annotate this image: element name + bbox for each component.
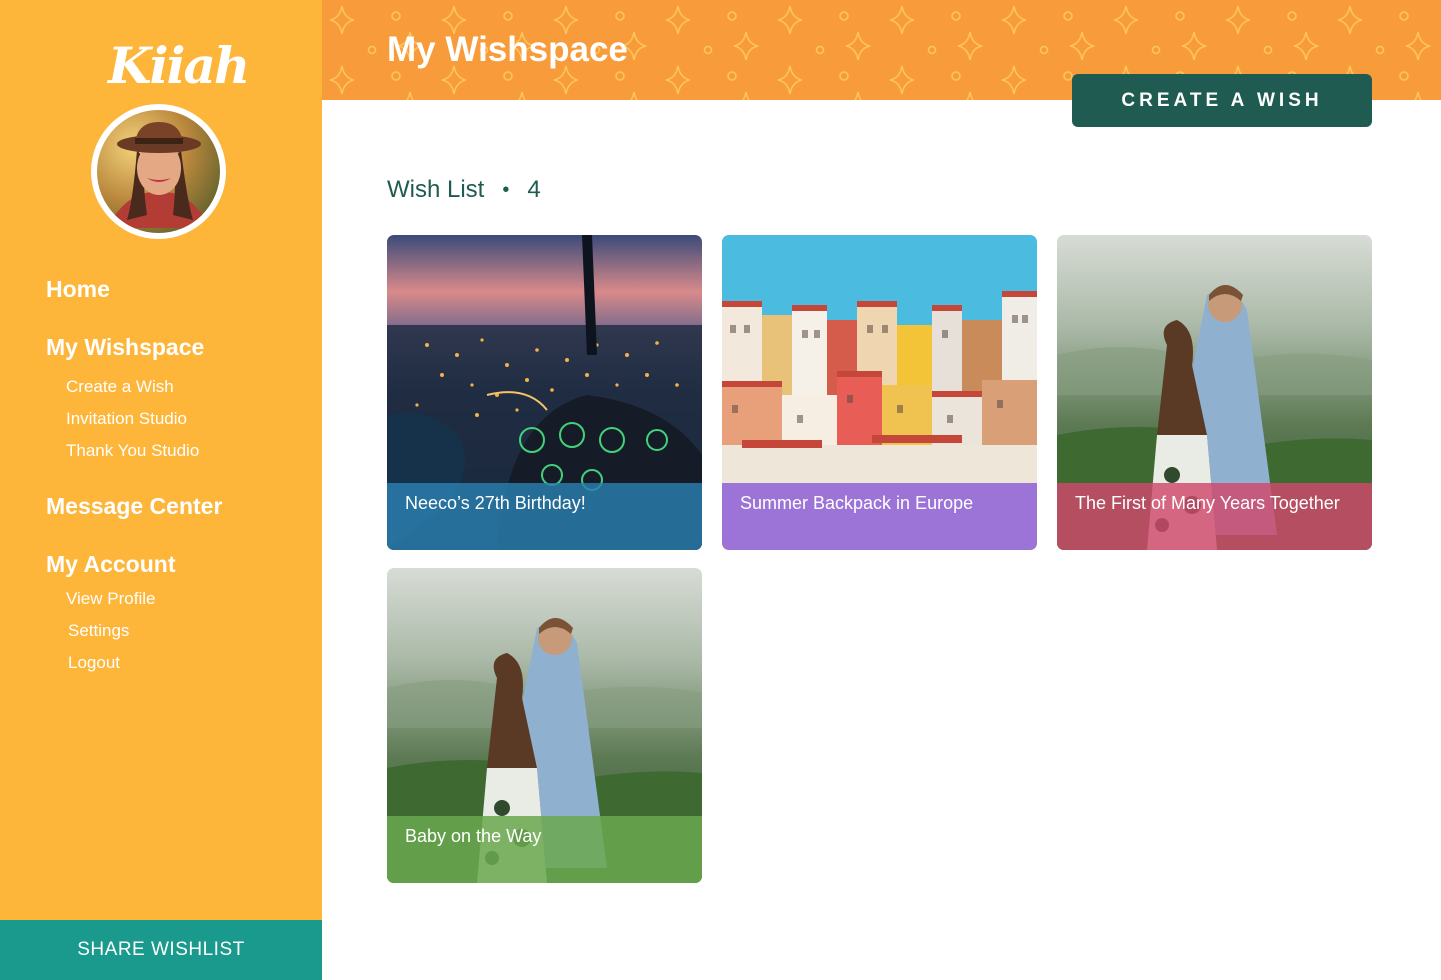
wish-card-title: The First of Many Years Together [1075,493,1340,513]
wish-list-separator: • [502,178,510,201]
wish-list-heading: Wish List • 4 [387,176,541,204]
wish-card-caption: Baby on the Way [387,816,702,883]
page-title: My Wishspace [387,30,628,69]
nav-message-center[interactable]: Message Center [46,493,222,520]
nav-my-wishspace[interactable]: My Wishspace [46,334,204,361]
wish-card[interactable]: Neeco’s 27th Birthday! [387,235,702,550]
app-root: Kiiah Home My Wishspace Create a Wish In… [0,0,1441,980]
wish-card[interactable]: The First of Many Years Together [1057,235,1372,550]
share-wishlist-button[interactable]: SHARE WISHLIST [0,920,322,980]
wish-list-label: Wish List [387,176,485,203]
nav-view-profile[interactable]: View Profile [66,589,155,609]
wish-list-count: 4 [527,176,541,203]
wish-card[interactable]: Summer Backpack in Europe [722,235,1037,550]
create-a-wish-button[interactable]: CREATE A WISH [1072,74,1372,127]
nav-logout[interactable]: Logout [68,653,120,673]
wish-card-title: Summer Backpack in Europe [740,493,974,513]
nav-invitation-studio[interactable]: Invitation Studio [66,409,187,429]
wish-card-title: Neeco’s 27th Birthday! [405,493,586,513]
nav-settings[interactable]: Settings [68,621,129,641]
wish-card-caption: The First of Many Years Together [1057,483,1372,550]
nav-thank-you-studio[interactable]: Thank You Studio [66,441,199,461]
nav-my-account[interactable]: My Account [46,551,176,578]
sidebar: Kiiah Home My Wishspace Create a Wish In… [0,0,322,980]
nav-create-a-wish[interactable]: Create a Wish [66,377,174,397]
brand-logo[interactable]: Kiiah [108,36,250,106]
wish-card[interactable]: Baby on the Way [387,568,702,883]
wish-card-title: Baby on the Way [405,826,542,846]
avatar[interactable] [91,104,226,239]
wish-card-caption: Summer Backpack in Europe [722,483,1037,550]
avatar-photo [97,110,220,233]
nav-home[interactable]: Home [46,276,110,303]
wish-card-caption: Neeco’s 27th Birthday! [387,483,702,550]
